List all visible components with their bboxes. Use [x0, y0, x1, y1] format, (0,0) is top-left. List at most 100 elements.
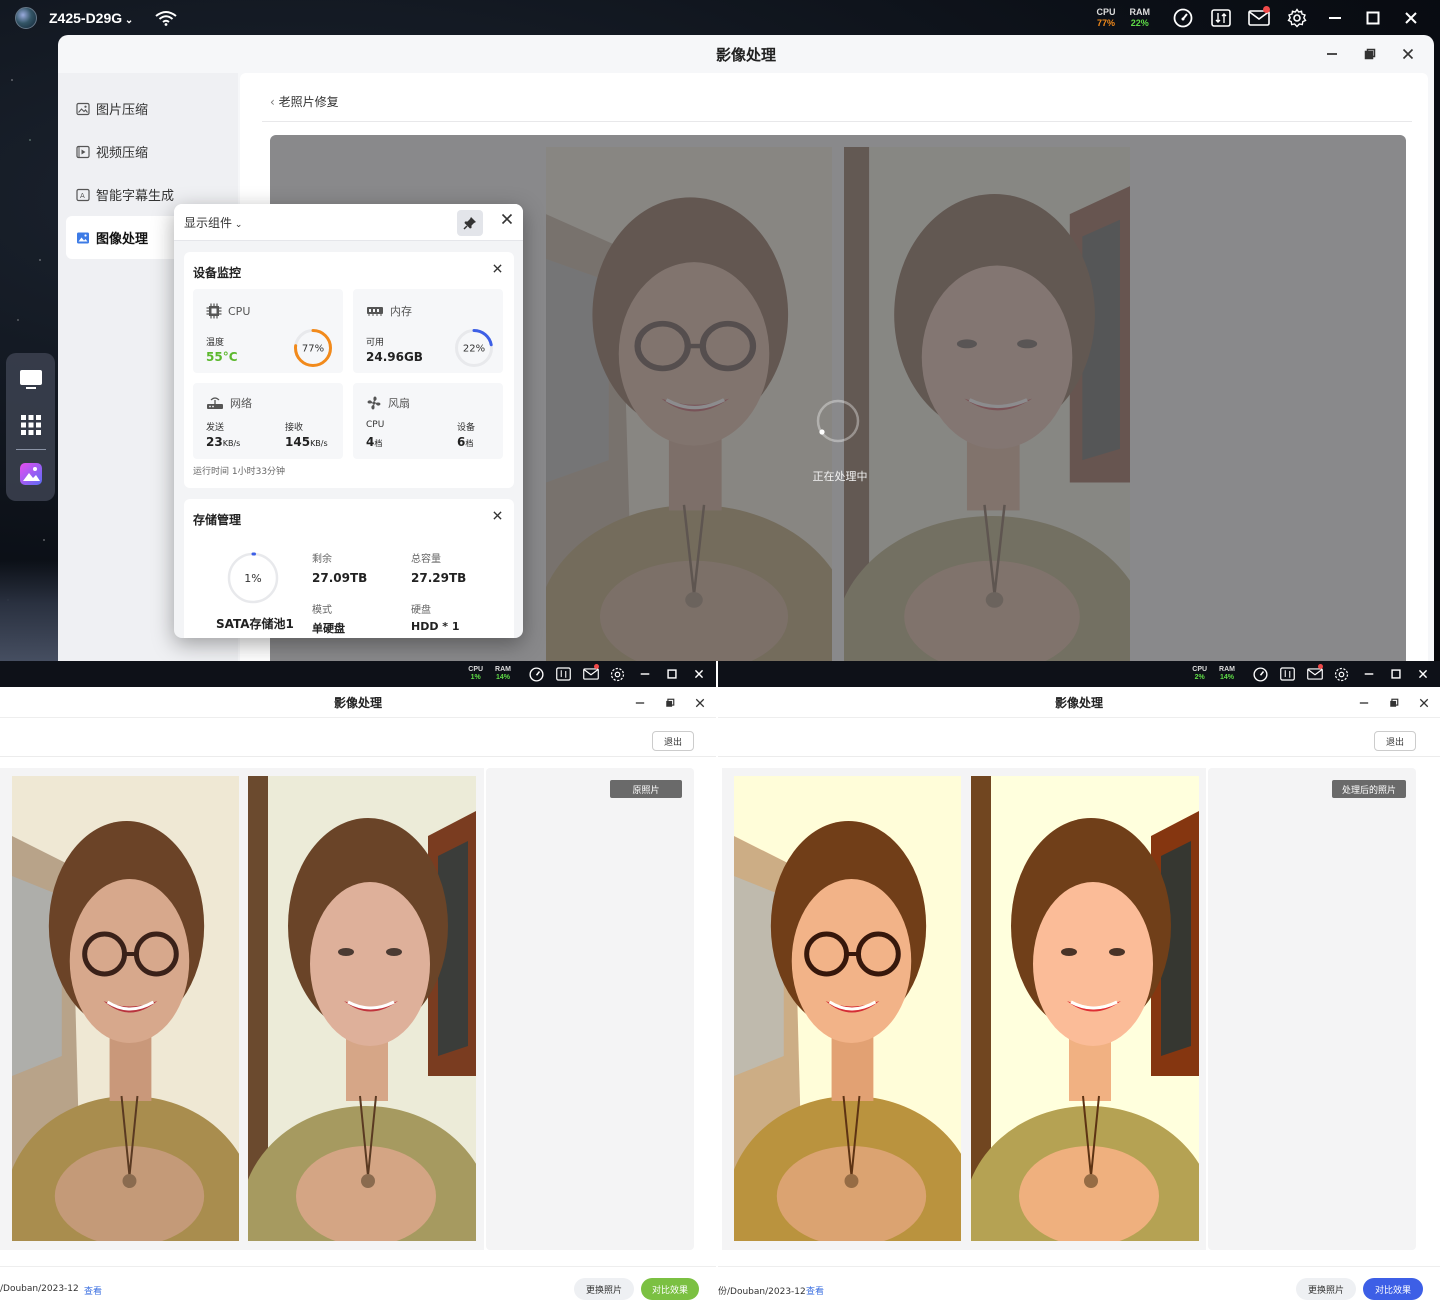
- widget-close-icon[interactable]: [501, 213, 513, 225]
- settings-gear-icon[interactable]: [604, 661, 631, 687]
- exit-button[interactable]: 退出: [652, 731, 694, 751]
- ram-stat-label: RAM: [495, 666, 511, 673]
- window-minimize-icon[interactable]: [1316, 41, 1348, 67]
- window-title: 影像处理: [715, 45, 776, 64]
- cpu-usage-ring: 77%: [294, 329, 332, 367]
- close-icon[interactable]: [685, 661, 712, 687]
- fan-device-unit: 档: [465, 439, 474, 448]
- window-close-icon[interactable]: [1392, 41, 1424, 67]
- storage-title: 存储管理: [193, 513, 242, 527]
- change-photo-button[interactable]: 更换照片: [574, 1278, 634, 1300]
- remaining-value: 27.09TB: [312, 571, 368, 585]
- speedometer-icon[interactable]: [523, 661, 550, 687]
- breadcrumb-back[interactable]: 老照片修复: [270, 93, 339, 110]
- maximize-icon[interactable]: [1354, 0, 1392, 36]
- mail-icon[interactable]: [577, 661, 604, 687]
- close-icon[interactable]: [1409, 661, 1436, 687]
- ram-stat-label: RAM: [1129, 7, 1151, 17]
- original-photo-tag: 原照片: [610, 780, 682, 798]
- settings-gear-icon[interactable]: [1328, 661, 1355, 687]
- transfer-icon[interactable]: [1202, 0, 1240, 36]
- cpu-stat[interactable]: CPU 2%: [1192, 666, 1207, 682]
- view-link[interactable]: 查看: [806, 1284, 824, 1297]
- system-logo-icon[interactable]: [15, 7, 37, 29]
- dock-apps-grid-icon[interactable]: [14, 408, 48, 442]
- maximize-icon[interactable]: [658, 661, 685, 687]
- exit-button[interactable]: 退出: [1374, 731, 1416, 751]
- video-icon: [76, 145, 90, 159]
- notification-dot: [594, 664, 599, 669]
- desktop-top: Z425-D29G CPU 77% RAM 22%: [0, 0, 1440, 661]
- network-tile-label: 网络: [230, 397, 252, 410]
- ram-stat[interactable]: RAM 14%: [495, 666, 511, 682]
- speedometer-icon[interactable]: [1247, 661, 1274, 687]
- window-close-icon[interactable]: [688, 692, 712, 714]
- original-photo-smile: [248, 776, 476, 1241]
- pin-icon[interactable]: [457, 210, 483, 236]
- view-link[interactable]: 查看: [84, 1284, 102, 1297]
- total-label: 总容量: [411, 554, 441, 565]
- device-name-dropdown[interactable]: Z425-D29G: [49, 10, 133, 26]
- remaining-label: 剩余: [312, 554, 332, 565]
- dock-image-processing-icon[interactable]: [14, 457, 48, 491]
- transfer-icon[interactable]: [550, 661, 577, 687]
- close-icon[interactable]: [1392, 0, 1430, 36]
- compare-processed-panel: CPU 2% RAM 14% 影像处理 退出 处理后的照片 份/Douban/2…: [718, 661, 1440, 1311]
- window-minimize-icon[interactable]: [1352, 692, 1376, 714]
- notification-dot: [1263, 6, 1270, 13]
- footer-bar: 份/Douban/2023-12 查看 更换照片 对比效果: [718, 1266, 1440, 1310]
- processed-photo-smile: [971, 776, 1199, 1241]
- ram-stat[interactable]: RAM 22%: [1130, 7, 1151, 29]
- speedometer-icon[interactable]: [1164, 0, 1202, 36]
- ram-stat[interactable]: RAM 14%: [1219, 666, 1235, 682]
- ram-stat-value: 14%: [496, 674, 511, 681]
- sidebar-item-video-compress[interactable]: 视频压缩: [66, 130, 230, 173]
- mail-icon[interactable]: [1240, 0, 1278, 36]
- wifi-icon[interactable]: [155, 10, 177, 26]
- minimize-icon[interactable]: [631, 661, 658, 687]
- image-processing-window: 影像处理 退出 处理后的照片 份/Douban/2023-12 查看 更换照片 …: [718, 688, 1440, 1311]
- mail-icon[interactable]: [1301, 661, 1328, 687]
- file-path: 份/Douban/2023-12: [718, 1287, 806, 1297]
- widget-header: 显示组件: [174, 204, 523, 241]
- compare-effect-button[interactable]: 对比效果: [1363, 1278, 1423, 1300]
- card-close-icon[interactable]: [493, 264, 502, 273]
- receive-unit: KB/s: [310, 439, 328, 448]
- fan-cpu-label: CPU: [366, 420, 385, 430]
- memory-usage-label: 22%: [463, 344, 485, 355]
- cpu-stat[interactable]: CPU 77%: [1096, 7, 1115, 29]
- cpu-stat-value: 2%: [1194, 674, 1205, 681]
- card-close-icon[interactable]: [493, 511, 502, 520]
- minimize-icon[interactable]: [1316, 0, 1354, 36]
- storage-card: 存储管理 1% SATA存储池1 剩余 27.09TB 总容量 27.29TB …: [184, 499, 514, 638]
- divider: [0, 756, 716, 757]
- cpu-stat-label: CPU: [468, 666, 484, 673]
- router-icon: [206, 396, 224, 410]
- widget-display-dropdown[interactable]: 显示组件: [184, 214, 242, 231]
- sidebar-item-image-compress[interactable]: 图片压缩: [66, 87, 230, 130]
- settings-gear-icon[interactable]: [1278, 0, 1316, 36]
- processing-status: 正在处理中: [812, 470, 868, 483]
- window-title: 影像处理: [0, 688, 716, 718]
- cpu-stat[interactable]: CPU 1%: [468, 666, 483, 682]
- transfer-icon[interactable]: [1274, 661, 1301, 687]
- empty-stage: [486, 768, 694, 1250]
- window-close-icon[interactable]: [1412, 692, 1436, 714]
- divider: [262, 121, 1412, 122]
- sidebar-item-label: 视频压缩: [96, 146, 149, 161]
- minimize-icon[interactable]: [1355, 661, 1382, 687]
- ram-stat-value: 22%: [1130, 18, 1149, 28]
- window-minimize-icon[interactable]: [628, 692, 652, 714]
- sidebar-item-label: 智能字幕生成: [96, 189, 175, 204]
- window-restore-icon[interactable]: [658, 692, 682, 714]
- compare-effect-button[interactable]: 对比效果: [641, 1278, 699, 1300]
- available-value: 24.96GB: [366, 350, 423, 364]
- widget-panel: 显示组件 设备监控 CPU 温度 55°C 77%: [174, 204, 523, 638]
- window-restore-icon[interactable]: [1382, 692, 1406, 714]
- maximize-icon[interactable]: [1382, 661, 1409, 687]
- dock-desktop-icon[interactable]: [14, 363, 48, 397]
- change-photo-button[interactable]: 更换照片: [1296, 1278, 1356, 1300]
- window-restore-icon[interactable]: [1354, 41, 1386, 67]
- original-photo-glasses: [12, 776, 239, 1241]
- send-value: 23: [206, 435, 223, 449]
